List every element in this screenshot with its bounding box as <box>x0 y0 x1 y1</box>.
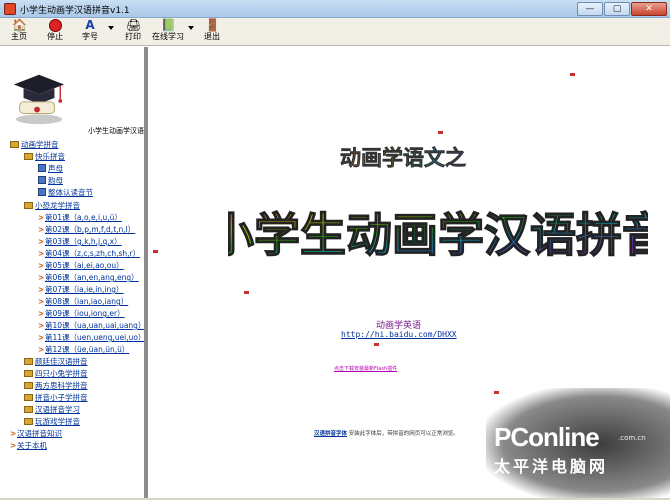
watermark-cn: 太平洋电脑网 <box>494 457 609 476</box>
decor-mark <box>244 291 249 294</box>
tree-item[interactable]: 韵母 <box>38 175 63 187</box>
maximize-button[interactable]: ▢ <box>604 2 630 16</box>
website-link[interactable]: http://hi.baidu.com/DHXX <box>341 330 457 339</box>
page-icon <box>38 188 46 196</box>
decor-mark <box>438 131 443 134</box>
tree-group[interactable]: 两方思科学拼音 <box>24 380 88 392</box>
title-bar: 小学生动画学汉语拼音v1.1 — ▢ ✕ <box>0 0 670 18</box>
watermark-domain: .com.cn <box>618 434 646 442</box>
font-note-text: 安装此字体后，带拼音的网页可以正常浏览。 <box>348 431 459 437</box>
tree-root[interactable]: 动画学拼音 <box>10 139 59 151</box>
tree-item[interactable]: 声母 <box>38 163 63 175</box>
tree-group[interactable]: 四只小兔学拼音 <box>24 368 88 380</box>
tree-group[interactable]: 玩游戏学拼音 <box>24 416 80 428</box>
pinyin-font-link[interactable]: 汉语拼音字体 <box>314 431 347 437</box>
toolbar: 🏠 主页 停止 A 字号 🖨 打印 📗 在线学习 🚪 退出 <box>0 18 670 46</box>
lesson-link[interactable]: >第04课（z,c,s,zh,ch,sh,r） <box>38 248 140 260</box>
stop-icon <box>48 19 62 32</box>
lesson-link[interactable]: >第03课（g,k,h,j,q,x） <box>38 236 122 248</box>
tree-link[interactable]: >关于本机 <box>10 440 47 452</box>
book-icon: 📗 <box>161 18 176 32</box>
headline-banner: 小学生动画学汉语拼音 <box>228 207 648 262</box>
online-learning-dropdown-icon[interactable] <box>188 26 194 30</box>
window-title: 小学生动画学汉语拼音v1.1 <box>20 6 130 16</box>
arrow-icon: > <box>38 297 45 306</box>
decor-mark <box>153 250 158 253</box>
online-learning-button[interactable]: 📗 在线学习 <box>150 19 186 45</box>
arrow-icon: > <box>38 249 45 258</box>
tree-group-dino[interactable]: 小恐龙学拼音 <box>24 200 80 212</box>
sidebar[interactable]: 小学生动画学汉语拼音 动画学拼音 快乐拼音 声母 韵母 整体认读音节 小恐龙学拼… <box>0 47 146 498</box>
print-button[interactable]: 🖨 打印 <box>122 19 144 45</box>
exit-door-icon: 🚪 <box>205 18 220 32</box>
arrow-icon: > <box>38 309 45 318</box>
lesson-link[interactable]: >第09课（iou,iong,er） <box>38 308 125 320</box>
font-size-dropdown-icon[interactable] <box>108 26 114 30</box>
lesson-link[interactable]: >第07课（ia,ie,in,ing） <box>38 284 124 296</box>
tree-link[interactable]: >汉语拼音知识 <box>10 428 62 440</box>
exit-button[interactable]: 🚪 退出 <box>200 19 224 45</box>
page-icon <box>38 176 46 184</box>
lesson-link[interactable]: >第11课（uen,ueng,uei,uo） <box>38 332 144 344</box>
folder-icon <box>24 153 33 160</box>
home-button[interactable]: 🏠 主页 <box>6 19 32 45</box>
graduation-cap-logo <box>13 74 65 125</box>
lesson-link[interactable]: >第05课（ai,ei,ao,ou） <box>38 260 124 272</box>
arrow-icon: > <box>10 429 17 438</box>
splitter[interactable] <box>146 47 148 498</box>
arrow-icon: > <box>10 441 17 450</box>
folder-icon <box>24 358 33 365</box>
close-button[interactable]: ✕ <box>631 2 667 16</box>
arrow-icon: > <box>38 285 45 294</box>
headline-text: 小学生动画学汉语拼音 <box>228 208 648 262</box>
minimize-button[interactable]: — <box>577 2 603 16</box>
folder-icon <box>24 418 33 425</box>
stop-button[interactable]: 停止 <box>42 19 68 45</box>
font-size-button[interactable]: A 字号 <box>78 19 102 45</box>
pconline-watermark: PConline .com.cn 太平洋电脑网 <box>486 388 670 500</box>
tree-group-happy[interactable]: 快乐拼音 <box>24 151 65 163</box>
folder-icon <box>24 394 33 401</box>
lesson-link[interactable]: >第10课（ua,uan,uai,uang） <box>38 320 144 332</box>
arrow-icon: > <box>38 261 45 270</box>
folder-icon <box>24 370 33 377</box>
tree-group[interactable]: 颜廷佳汉语拼音 <box>24 356 88 368</box>
font-size-icon: A <box>85 18 95 32</box>
arrow-icon: > <box>38 225 45 234</box>
tree-group[interactable]: 汉语拼音学习 <box>24 404 80 416</box>
flash-download-link[interactable]: 点击下载安装最新Flash插件 <box>334 365 397 372</box>
tree-item[interactable]: 整体认读音节 <box>38 187 93 199</box>
decor-mark <box>374 343 379 346</box>
arrow-icon: > <box>38 321 45 330</box>
lesson-link[interactable]: >第02课（b,p,m,f,d,t,n,l） <box>38 224 135 236</box>
subtitle-text: 动画学语文之 <box>340 146 466 170</box>
arrow-icon: > <box>38 345 45 354</box>
folder-icon <box>10 141 19 148</box>
sidebar-title: 小学生动画学汉语拼音 <box>88 127 144 135</box>
folder-icon <box>24 202 33 209</box>
decor-mark <box>570 73 575 76</box>
folder-icon <box>24 406 33 413</box>
tree-group[interactable]: 拼音小子学拼音 <box>24 392 88 404</box>
lesson-link[interactable]: >第12课（üe,üan,ün,ü） <box>38 344 129 356</box>
lesson-link[interactable]: >第01课（a,o,e,i,u,ü） <box>38 212 122 224</box>
font-note: 汉语拼音字体 安装此字体后，带拼音的网页可以正常浏览。 <box>314 429 459 437</box>
arrow-icon: > <box>38 237 45 246</box>
lesson-link[interactable]: >第06课（an,en,ang,eng） <box>38 272 139 284</box>
subtitle-banner: 动画学语文之 <box>340 146 467 171</box>
home-icon: 🏠 <box>12 18 27 32</box>
arrow-icon: > <box>38 333 45 342</box>
arrow-icon: > <box>38 213 45 222</box>
page-icon <box>38 164 46 172</box>
folder-icon <box>24 382 33 389</box>
watermark-brand: PConline <box>494 422 600 452</box>
app-icon <box>4 3 16 15</box>
lesson-link[interactable]: >第08课（ian,iao,iang） <box>38 296 128 308</box>
printer-icon: 🖨 <box>126 18 142 32</box>
arrow-icon: > <box>38 273 45 282</box>
